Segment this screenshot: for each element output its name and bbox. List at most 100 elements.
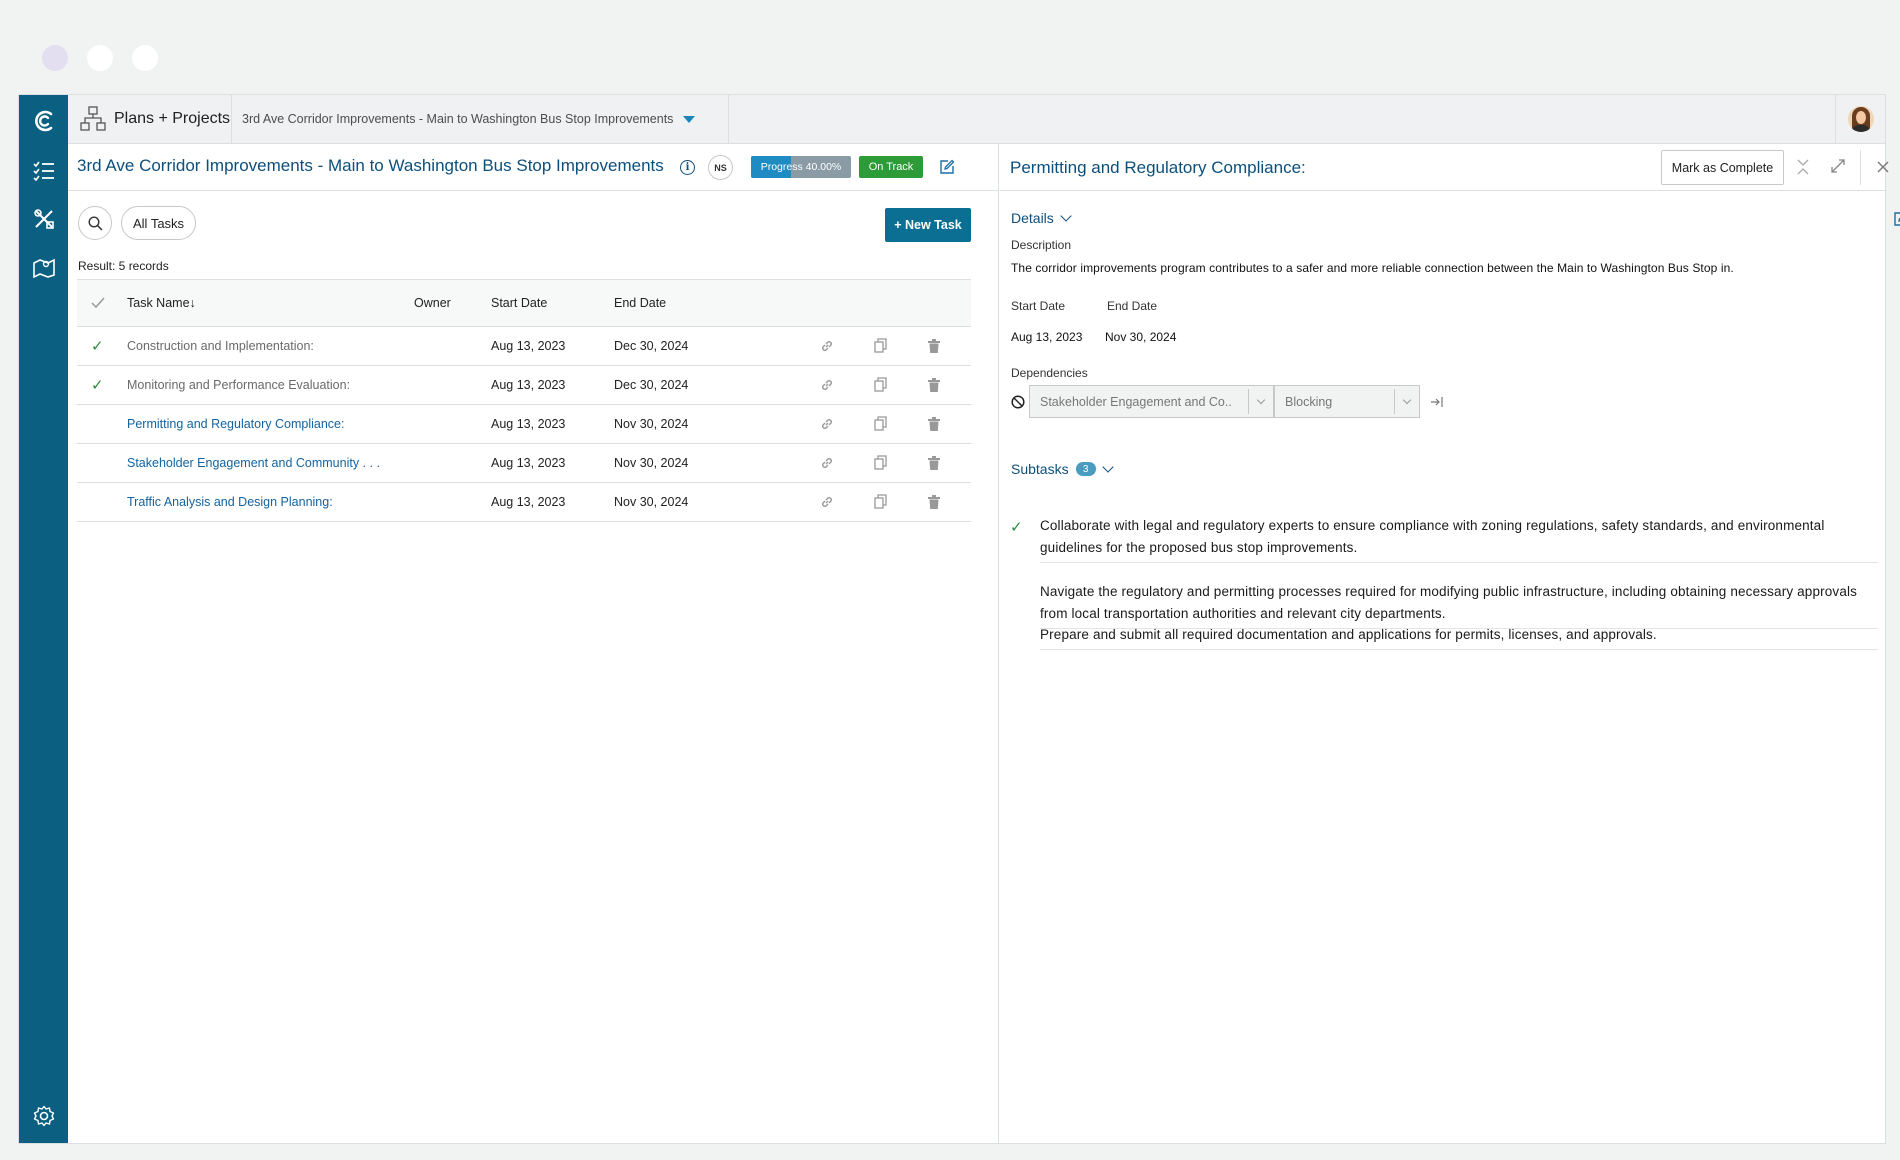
details-toggle[interactable]: Details: [1011, 210, 1072, 226]
breadcrumb-label: 3rd Ave Corridor Improvements - Main to …: [242, 112, 674, 126]
chevron-down-icon: [1101, 461, 1114, 473]
description-text: The corridor improvements program contri…: [1011, 261, 1734, 275]
link-icon[interactable]: [820, 327, 834, 365]
collapse-icon[interactable]: [1796, 158, 1810, 176]
trash-icon[interactable]: [928, 483, 940, 521]
task-name[interactable]: Construction and Implementation:: [127, 327, 314, 365]
col-owner[interactable]: Owner: [414, 280, 451, 326]
header-divider: [1860, 150, 1861, 185]
table-row[interactable]: Traffic Analysis and Design Planning: Aug…: [77, 483, 971, 522]
app-logo-icon[interactable]: [19, 101, 68, 141]
task-end-date: Nov 30, 2024: [614, 417, 689, 431]
subtask-item[interactable]: Prepare and submit all required document…: [1040, 624, 1878, 650]
dependency-type-select[interactable]: Blocking: [1274, 385, 1420, 418]
tools-icon[interactable]: [19, 199, 68, 239]
search-button[interactable]: [78, 206, 112, 240]
close-icon[interactable]: [1877, 161, 1889, 173]
progress-badge: Progress 40.00%: [751, 156, 851, 178]
mark-complete-button[interactable]: Mark as Complete: [1661, 150, 1784, 185]
completed-check-icon[interactable]: ✓: [91, 327, 104, 365]
duplicate-icon[interactable]: [874, 405, 888, 443]
col-start-date[interactable]: Start Date: [491, 280, 547, 326]
dependency-task-select[interactable]: Stakeholder Engagement and Co..: [1029, 385, 1274, 418]
end-date-value[interactable]: Nov 30, 2024: [1105, 330, 1176, 344]
dependency-type-value: Blocking: [1285, 394, 1333, 409]
task-start-date: Aug 13, 2023: [491, 495, 566, 509]
trash-icon[interactable]: [928, 366, 940, 404]
window-zoom-dot[interactable]: [132, 45, 158, 71]
top-bar: Plans + Projects 3rd Ave Corridor Improv…: [68, 95, 1885, 144]
task-end-date: Nov 30, 2024: [614, 456, 689, 470]
trash-icon[interactable]: [928, 327, 940, 365]
link-icon[interactable]: [820, 483, 834, 521]
duplicate-icon[interactable]: [874, 366, 888, 404]
avatar: [1847, 106, 1874, 132]
task-start-date: Aug 13, 2023: [491, 378, 566, 392]
status-badge: On Track: [859, 156, 923, 178]
project-header: 3rd Ave Corridor Improvements - Main to …: [68, 144, 998, 191]
chevron-down-icon: [683, 115, 696, 123]
select-all-check[interactable]: [91, 280, 105, 326]
subtasks-label: Subtasks: [1011, 461, 1069, 477]
section-label: Plans + Projects: [114, 110, 231, 127]
duplicate-icon[interactable]: [874, 327, 888, 365]
trash-icon[interactable]: [928, 444, 940, 482]
plans-projects-nav[interactable]: Plans + Projects: [68, 95, 232, 143]
detail-header: Permitting and Regulatory Compliance: Ma…: [1000, 144, 1889, 191]
filter-all-tasks[interactable]: All Tasks: [121, 206, 197, 240]
add-dependency-icon[interactable]: [1430, 395, 1444, 409]
end-date-label: End Date: [1107, 299, 1158, 313]
task-end-date: Nov 30, 2024: [614, 495, 689, 509]
link-icon[interactable]: [820, 444, 834, 482]
table-body: ✓ Construction and Implementation: Aug 13,…: [77, 327, 971, 522]
task-name[interactable]: Traffic Analysis and Design Planning:: [127, 483, 333, 521]
project-breadcrumb[interactable]: 3rd Ave Corridor Improvements - Main to …: [232, 95, 729, 143]
subtask-item[interactable]: Navigate the regulatory and permitting p…: [1040, 581, 1878, 629]
task-name[interactable]: Monitoring and Performance Evaluation:: [127, 366, 350, 404]
settings-gear-icon[interactable]: [19, 1096, 68, 1136]
subtask-item[interactable]: Collaborate with legal and regulatory ex…: [1040, 515, 1878, 563]
window-minimize-dot[interactable]: [87, 45, 113, 71]
new-task-button[interactable]: + New Task: [885, 208, 971, 242]
expand-icon[interactable]: [1830, 158, 1846, 174]
col-task-name[interactable]: Task Name↓: [127, 280, 196, 326]
duplicate-icon[interactable]: [874, 483, 888, 521]
task-name[interactable]: Stakeholder Engagement and Community . .…: [127, 444, 380, 482]
task-start-date: Aug 13, 2023: [491, 456, 566, 470]
table-row[interactable]: Stakeholder Engagement and Community . .…: [77, 444, 971, 483]
task-table: Task Name↓ Owner Start Date End Date ✓ Co…: [77, 279, 971, 522]
col-end-date[interactable]: End Date: [614, 280, 666, 326]
detail-title: Permitting and Regulatory Compliance:: [1010, 158, 1306, 177]
subtasks-toggle[interactable]: Subtasks 3: [1011, 461, 1114, 477]
task-end-date: Dec 30, 2024: [614, 378, 689, 392]
window-close-dot[interactable]: [42, 45, 68, 71]
map-icon[interactable]: [19, 247, 68, 287]
task-start-date: Aug 13, 2023: [491, 339, 566, 353]
window-controls: [42, 45, 158, 71]
completed-check-icon[interactable]: ✓: [91, 366, 104, 404]
table-row[interactable]: Permitting and Regulatory Compliance: Aug…: [77, 405, 971, 444]
edit-details-icon[interactable]: [1893, 211, 1900, 227]
table-header: Task Name↓ Owner Start Date End Date: [77, 279, 971, 327]
duplicate-icon[interactable]: [874, 444, 888, 482]
task-list-icon[interactable]: [19, 151, 68, 191]
chevron-down-icon: [1248, 389, 1273, 414]
table-row[interactable]: ✓ Construction and Implementation: Aug 13,…: [77, 327, 971, 366]
subtask-completed-check-icon[interactable]: ✓: [1010, 518, 1023, 536]
table-row[interactable]: ✓ Monitoring and Performance Evaluation: A…: [77, 366, 971, 405]
details-label: Details: [1011, 210, 1054, 226]
link-icon[interactable]: [820, 405, 834, 443]
task-detail-pane: Permitting and Regulatory Compliance: Ma…: [1000, 144, 1900, 1143]
trash-icon[interactable]: [928, 405, 940, 443]
start-date-value[interactable]: Aug 13, 2023: [1011, 330, 1082, 344]
info-icon[interactable]: i: [680, 160, 695, 175]
task-name[interactable]: Permitting and Regulatory Compliance:: [127, 405, 344, 443]
progress-label: Progress 40.00%: [760, 161, 842, 173]
user-menu[interactable]: [1835, 95, 1885, 143]
search-icon: [87, 215, 103, 231]
task-list-pane: 3rd Ave Corridor Improvements - Main to …: [68, 144, 999, 1143]
edit-icon[interactable]: [939, 159, 955, 175]
owner-avatar[interactable]: NS: [708, 155, 733, 180]
dependencies-label: Dependencies: [1011, 366, 1088, 380]
link-icon[interactable]: [820, 366, 834, 404]
